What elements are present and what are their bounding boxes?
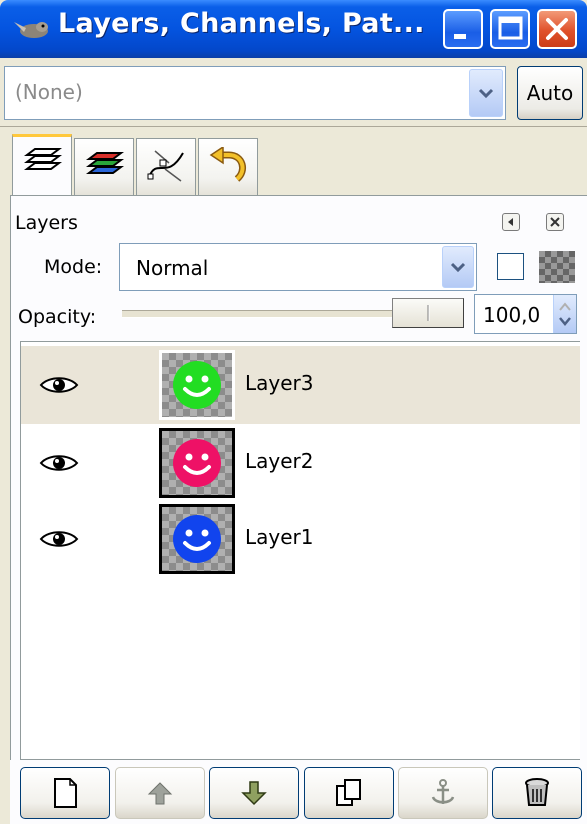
eye-icon[interactable] [39,452,79,474]
opacity-value: 100,0 [483,303,541,327]
panel-title: Layers [15,212,78,234]
arrow-up-icon [147,782,173,805]
close-icon [550,217,560,227]
undo-history-tab[interactable] [198,138,258,196]
tab-menu-button[interactable] [502,213,520,231]
arrow-left-icon [508,218,513,226]
eye-icon[interactable] [39,374,79,396]
keep-transparency-checkbox[interactable] [497,253,524,280]
opacity-label: Opacity: [18,306,97,328]
eye-icon[interactable] [39,528,79,550]
layer-row[interactable]: Layer3 [21,346,580,424]
maximize-icon [498,16,523,40]
paths-icon [147,150,184,182]
image-combo[interactable]: (None) [4,66,506,120]
close-button[interactable] [537,9,577,49]
new-layer-icon [54,778,77,808]
anchor-layer-button[interactable] [398,767,488,819]
trash-icon [525,778,549,806]
duplicate-layer-button[interactable] [304,767,394,819]
layers-list[interactable]: Layer3 Layer2 Layer1 [20,341,580,760]
delete-layer-button[interactable] [492,767,582,819]
auto-button[interactable]: Auto [517,66,583,120]
opacity-spin-buttons[interactable] [553,295,576,333]
channels-icon [86,152,124,174]
layer-name[interactable]: Layer1 [245,525,314,549]
layer-name[interactable]: Layer2 [245,449,314,473]
opacity-spinbox[interactable]: 100,0 [474,294,577,334]
layer-row[interactable]: Layer1 [21,500,580,578]
minimize-icon [454,34,466,39]
mode-value: Normal [136,256,209,280]
opacity-slider[interactable] [122,296,464,330]
image-combo-dropdown-button[interactable] [469,69,503,117]
channels-tab[interactable] [74,138,134,196]
window-title: Layers, Channels, Pat... [58,8,425,39]
chevron-down-icon [478,88,494,99]
gimp-wilber-icon [14,22,48,38]
close-tab-button[interactable] [546,213,564,231]
minimize-button[interactable] [443,9,483,49]
layer-actions-bar [10,760,587,824]
duplicate-icon [336,779,361,806]
opacity-slider-thumb[interactable] [392,298,464,328]
arrow-down-icon [241,781,267,806]
layer-thumbnail[interactable] [159,428,235,498]
mode-label: Mode: [44,256,103,278]
layer-name[interactable]: Layer3 [245,371,314,395]
layer-thumbnail[interactable] [159,350,235,420]
chevron-down-icon [450,262,466,273]
slider-grip-icon [427,305,430,321]
mode-select[interactable]: Normal [119,243,477,291]
close-icon [546,18,568,40]
smiley-icon [173,361,221,409]
layer-thumbnail[interactable] [159,504,235,574]
layers-icon [24,148,62,170]
smiley-icon [173,439,221,487]
layer-row[interactable]: Layer2 [21,424,580,502]
mode-dropdown-button[interactable] [442,246,474,288]
new-layer-button[interactable] [20,767,110,819]
title-bar[interactable]: Layers, Channels, Pat... [0,0,587,58]
lock-alpha-icon [539,251,575,283]
dock-tabs [0,132,587,196]
maximize-button[interactable] [490,9,530,49]
image-combo-value: (None) [15,80,83,104]
opacity-slider-track [122,310,392,318]
spin-arrows-icon [559,302,571,326]
undo-icon [209,147,247,182]
raise-layer-button[interactable] [115,767,205,819]
lower-layer-button[interactable] [209,767,299,819]
smiley-icon [173,515,221,563]
layers-tab[interactable] [12,134,72,196]
paths-tab[interactable] [136,138,196,196]
anchor-icon [431,779,455,804]
